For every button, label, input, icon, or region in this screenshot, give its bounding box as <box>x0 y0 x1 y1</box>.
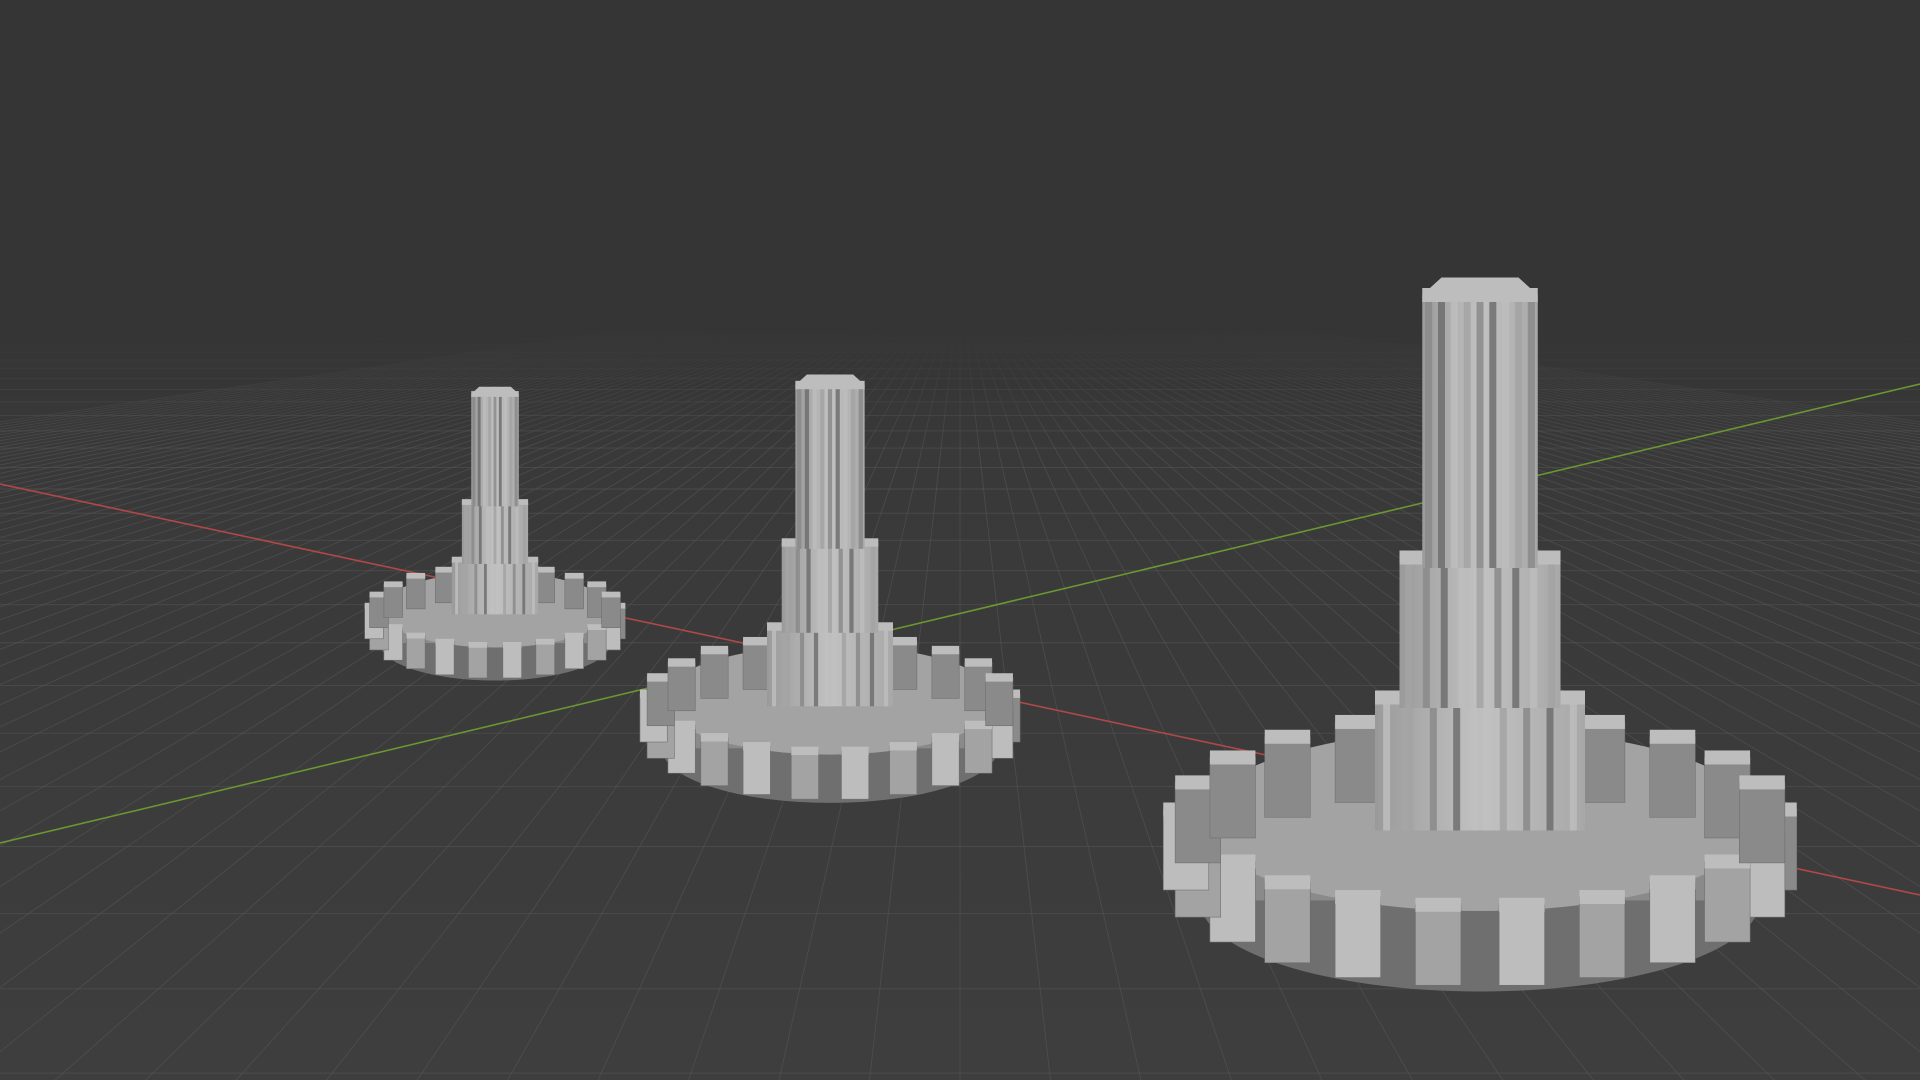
viewport-canvas[interactable] <box>0 0 1920 1080</box>
3d-viewport[interactable] <box>0 0 1920 1080</box>
